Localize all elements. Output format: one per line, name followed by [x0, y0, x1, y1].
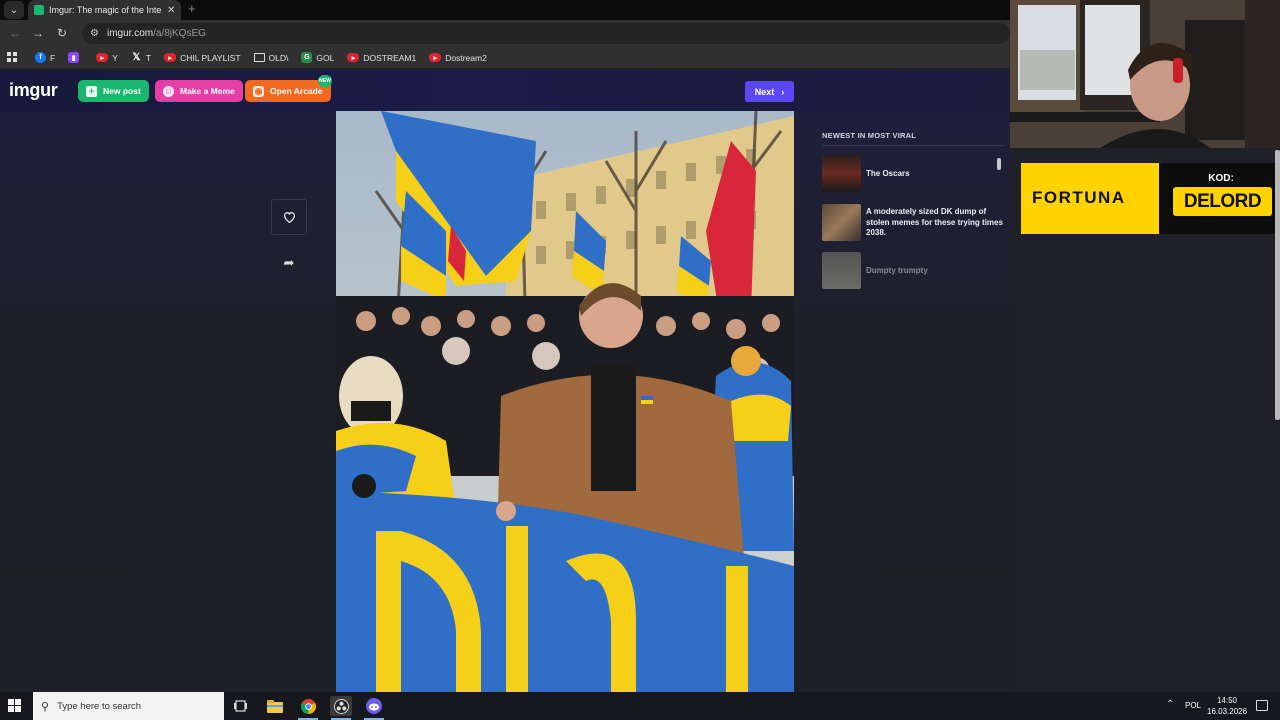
new-tab-button[interactable]: + [188, 1, 196, 16]
bookmark-label: Dostream2 [445, 52, 487, 63]
forward-arrow-icon[interactable]: → [31, 26, 45, 40]
facebook-icon: f [35, 52, 46, 63]
page-scrollbar[interactable] [1275, 150, 1280, 420]
tab-imgur[interactable]: Imgur: The magic of the Interne ✕ [28, 0, 181, 20]
file-explorer-icon[interactable] [264, 696, 286, 716]
sidebar-heading: NEWEST IN MOST VIRAL [822, 131, 916, 140]
imgur-header: imgur + New post ☺ Make a Meme ◉ Open Arcad… [0, 70, 1010, 112]
apps-grid-icon[interactable] [7, 52, 18, 63]
clock[interactable]: 14:50 16.03.2026 [1207, 695, 1247, 717]
address-bar[interactable]: ⚙ imgur.com/a/8jKQsEG [82, 23, 1010, 44]
chevron-right-icon: › [781, 86, 785, 97]
x-icon: 𝕏 [132, 52, 141, 63]
folder-icon [253, 53, 265, 62]
bookmark-dostream1[interactable]: ▸ DOSTREAM1 [347, 53, 416, 63]
bookmark-dostream2[interactable]: ▸ Dostream2 [429, 53, 487, 63]
clock-date: 16.03.2026 [1207, 707, 1248, 716]
fortuna-ad-banner: FORTUNA KOD: DELORD [1021, 163, 1280, 234]
youtube-icon: ▸ [429, 53, 442, 62]
bookmark-y[interactable]: ▸ Y [96, 53, 118, 63]
viral-title: The Oscars [866, 169, 910, 178]
plus-icon: + [86, 85, 97, 97]
make-meme-button[interactable]: ☺ Make a Meme [155, 80, 243, 102]
search-placeholder: Type here to search [57, 700, 142, 712]
promo-code: DELORD [1173, 187, 1272, 216]
url-text: imgur.com/a/8jKQsEG [106, 28, 206, 39]
windows-start-icon[interactable] [8, 699, 22, 713]
sidebar-scroll-handle[interactable] [997, 158, 1001, 170]
favorite-button[interactable] [271, 199, 307, 235]
youtube-icon: ▸ [347, 53, 360, 62]
tab-strip: ⌄ Imgur: The magic of the Interne ✕ + [0, 0, 1010, 20]
viral-post-item[interactable]: Dumpty trumpty [822, 252, 1004, 289]
obs-icon[interactable] [330, 696, 352, 716]
notifications-icon[interactable] [1256, 700, 1268, 711]
bookmark-t[interactable]: 𝕏T [131, 52, 151, 63]
discord-icon[interactable] [363, 696, 385, 716]
share-arrow-icon[interactable]: ➦ [280, 254, 298, 272]
language-indicator[interactable]: POL [1185, 701, 1201, 710]
viral-post-item[interactable]: The Oscars [822, 155, 1004, 192]
bookmark-label: Y [112, 52, 118, 63]
webcam-overlay [1010, 0, 1280, 148]
bookmark-label: DOSTREAM1 [363, 52, 417, 63]
open-arcade-label: Open Arcade [270, 86, 323, 96]
bookmark-label: F [50, 52, 56, 63]
bookmark-label: OLD\ [268, 52, 289, 63]
viral-title: Dumpty trumpty [866, 266, 928, 275]
youtube-icon: ▸ [96, 53, 109, 62]
close-tab-icon[interactable]: ✕ [167, 5, 175, 16]
next-post-button[interactable]: Next › [745, 81, 794, 102]
new-post-button[interactable]: + New post [78, 80, 149, 102]
taskbar-search-input[interactable]: ⚲ Type here to search [33, 692, 224, 720]
back-arrow-icon[interactable]: ← [8, 26, 22, 40]
bookmark-label: GOL [316, 52, 335, 63]
reload-icon[interactable]: ↻ [55, 26, 69, 40]
sidebar-divider [822, 145, 1004, 146]
bookmarks-bar: fF ▮ ▸ Y 𝕏T ▸ CHIL PLAYLIST OLD\ G GOL ▸ DOS… [0, 47, 1010, 69]
viral-title: A moderately sized DK dump of stolen mem… [866, 207, 1003, 237]
viral-thumbnail [822, 252, 861, 289]
taskbar: ⚲ Type here to search ⌃ POL 14:50 16.03.… [0, 692, 1280, 720]
gamepad-icon: ◉ [253, 85, 264, 97]
tab-title: Imgur: The magic of the Interne [49, 5, 161, 15]
viral-thumbnail [822, 204, 861, 241]
bookmark-twitch[interactable]: ▮ [68, 52, 83, 63]
g-icon: G [301, 52, 313, 63]
clock-time: 14:50 [1216, 696, 1238, 705]
rally-photo [336, 111, 794, 692]
bookmark-gol[interactable]: G GOL [301, 52, 334, 63]
viral-thumbnail [822, 155, 861, 192]
fortuna-brand: FORTUNA [1032, 188, 1126, 207]
webcam-video [1010, 0, 1280, 148]
browser-toolbar: ← → ↻ ⚙ imgur.com/a/8jKQsEG [0, 20, 1010, 47]
viral-post-item[interactable]: A moderately sized DK dump of stolen mem… [822, 204, 1004, 241]
search-icon: ⚲ [41, 700, 50, 713]
new-post-label: New post [103, 86, 141, 96]
post-image[interactable] [336, 111, 794, 692]
heart-icon [283, 212, 295, 223]
arcade-new-badge: NEW [318, 75, 332, 87]
bookmark-label: T [145, 52, 152, 63]
site-info-icon[interactable]: ⚙ [90, 28, 99, 39]
bookmark-folder-old[interactable]: OLD\ [253, 52, 289, 63]
tab-search-button[interactable]: ⌄ [4, 1, 24, 19]
next-label: Next [754, 86, 775, 97]
bookmark-label: CHIL PLAYLIST [180, 52, 241, 63]
bookmark-f[interactable]: fF [35, 52, 55, 63]
bookmark-chil-playlist[interactable]: ▸ CHIL PLAYLIST [164, 52, 241, 63]
chrome-icon[interactable] [297, 696, 319, 716]
twitch-icon: ▮ [68, 52, 80, 63]
meme-face-icon: ☺ [163, 85, 174, 97]
imgur-favicon-icon [34, 5, 44, 15]
promo-code-label: KOD: [1208, 173, 1234, 184]
youtube-icon: ▸ [164, 53, 177, 62]
task-view-icon[interactable] [229, 696, 251, 716]
make-meme-label: Make a Meme [180, 86, 235, 96]
tray-overflow-chevron-icon[interactable]: ⌃ [1166, 699, 1174, 710]
imgur-logo[interactable]: imgur [9, 80, 58, 101]
